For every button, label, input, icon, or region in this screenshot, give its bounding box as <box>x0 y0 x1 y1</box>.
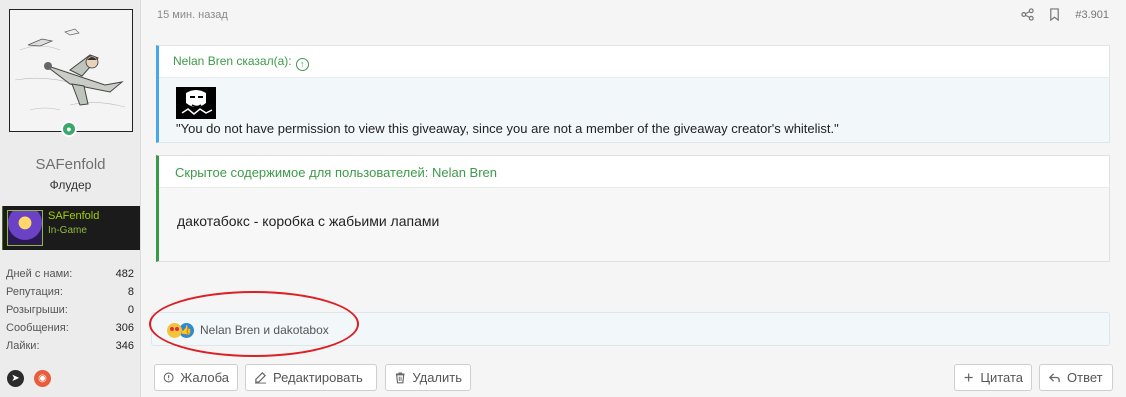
user-title: Флудер <box>49 178 92 192</box>
telegram-icon[interactable]: ➤ <box>7 370 24 387</box>
arrow-up-circle-icon[interactable]: ↑ <box>295 58 309 71</box>
steam-avatar <box>7 210 43 246</box>
edit-button[interactable]: Редактировать <box>245 364 377 391</box>
quote-author[interactable]: Nelan Bren сказал(а): <box>173 54 292 68</box>
quote-text: "You do not have permission to view this… <box>176 121 839 136</box>
reactions-bar[interactable]: 👍 Nelan Bren и dakotabox <box>151 312 1110 346</box>
quote-image[interactable] <box>176 87 216 119</box>
hidden-content-block: Скрытое содержимое для пользователей: Ne… <box>156 155 1110 262</box>
report-label: Жалоба <box>180 370 229 385</box>
alert-circle-icon <box>163 372 174 383</box>
share-icon[interactable] <box>1021 8 1035 21</box>
stat-label: Розыгрыши: <box>6 304 68 316</box>
avatar[interactable] <box>9 9 133 132</box>
quote-label: Цитата <box>980 370 1023 385</box>
user-online-icon: ● <box>63 123 75 135</box>
delete-label: Удалить <box>412 370 462 385</box>
user-stats: Дней с нами: 482 Репутация: 8 Розыгрыши: 0 … <box>6 268 134 358</box>
stat-row: Сообщения: 306 <box>6 322 134 340</box>
user-sidebar: ● SAFenfold Флудер SAFenfold In-Game Дне… <box>0 0 141 397</box>
steam-name: SAFenfold <box>48 210 100 222</box>
stat-value: 306 <box>115 322 134 334</box>
reaction-icons: 👍 <box>167 323 194 338</box>
forum-post: ● SAFenfold Флудер SAFenfold In-Game Дне… <box>0 0 1126 397</box>
bookmark-icon[interactable] <box>1048 8 1061 21</box>
reply-label: Ответ <box>1067 370 1103 385</box>
reply-icon <box>1048 373 1060 383</box>
steam-status-card[interactable]: SAFenfold In-Game <box>2 206 140 250</box>
post-number[interactable]: #3.901 <box>1075 9 1109 21</box>
lolz-icon[interactable]: ◉ <box>34 370 51 387</box>
plus-icon <box>964 373 973 382</box>
stat-row: Дней с нами: 482 <box>6 268 134 286</box>
social-links: ➤ ◉ <box>7 370 51 387</box>
online-indicator: ● <box>61 121 77 137</box>
stat-label: Сообщения: <box>6 322 69 334</box>
hidden-content-text: дакотабокс - коробка с жабьими лапами <box>177 213 440 229</box>
edit-icon <box>254 372 267 384</box>
heart-eyes-icon <box>167 323 182 338</box>
stat-row: Розыгрыши: 0 <box>6 304 134 322</box>
hidden-content-header: Скрытое содержимое для пользователей: Ne… <box>159 156 1109 188</box>
quote-header[interactable]: Nelan Bren сказал(а): ↑ <box>159 46 1109 78</box>
stat-value: 346 <box>115 340 134 352</box>
post-time[interactable]: 15 мин. назад <box>157 9 228 21</box>
stat-value: 0 <box>127 304 134 316</box>
stat-label: Дней с нами: <box>6 268 73 280</box>
trash-icon <box>395 372 405 384</box>
quote-block: Nelan Bren сказал(а): ↑ "You do not have … <box>156 45 1110 143</box>
reactions-text[interactable]: Nelan Bren и dakotabox <box>200 323 329 337</box>
reply-button[interactable]: Ответ <box>1039 364 1113 391</box>
stat-value: 8 <box>127 286 134 298</box>
stat-row: Лайки: 346 <box>6 340 134 358</box>
delete-button[interactable]: Удалить <box>385 364 471 391</box>
stat-label: Репутация: <box>6 286 63 298</box>
edit-label: Редактировать <box>273 370 363 385</box>
quote-button[interactable]: Цитата <box>954 364 1032 391</box>
stat-value: 482 <box>115 268 134 280</box>
report-button[interactable]: Жалоба <box>154 364 238 391</box>
post-meta-actions: #3.901 <box>1021 8 1109 21</box>
steam-status: In-Game <box>48 225 87 236</box>
stat-label: Лайки: <box>6 340 40 352</box>
username[interactable]: SAFenfold <box>0 156 141 173</box>
stat-row: Репутация: 8 <box>6 286 134 304</box>
